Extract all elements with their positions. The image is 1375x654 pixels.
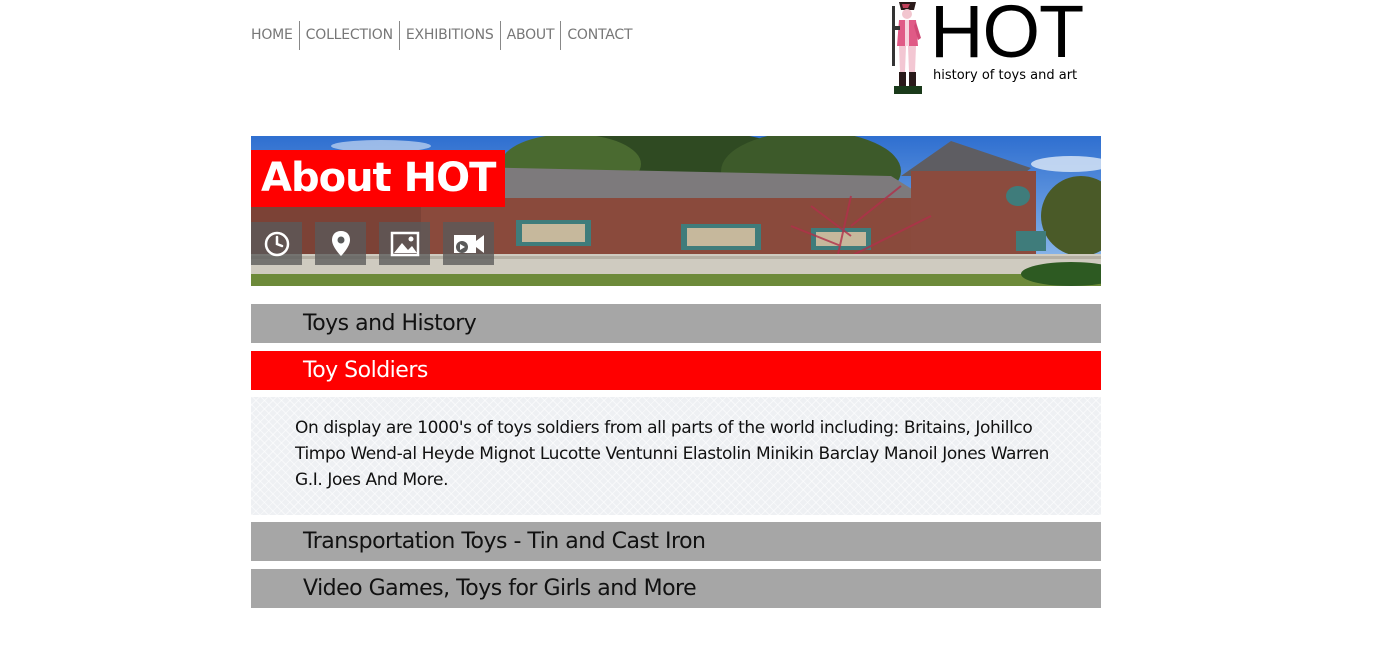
nav-contact-link[interactable]: CONTACT (560, 21, 638, 50)
nav-exhibitions-link[interactable]: EXHIBITIONS (398, 21, 500, 50)
map-pin-icon (331, 230, 350, 256)
hours-button[interactable] (251, 222, 302, 265)
clock-icon (264, 231, 289, 256)
nav-home-link[interactable]: HOME (251, 21, 299, 50)
accordion-transportation-toys[interactable]: Transportation Toys - Tin and Cast Iron (251, 522, 1101, 561)
video-camera-icon (453, 234, 484, 253)
accordion-label: Video Games, Toys for Girls and More (303, 576, 697, 601)
nav-about-link[interactable]: ABOUT (499, 21, 561, 50)
site-logo[interactable]: HOT history of toys and art (884, 0, 1096, 96)
accordion-panel-text: On display are 1000's of toys soldiers f… (295, 418, 1049, 490)
accordion-label: Toy Soldiers (303, 358, 428, 383)
page-title: About HOT (251, 150, 506, 207)
nav-collection-link[interactable]: COLLECTION (298, 21, 399, 50)
accordion-label: Transportation Toys - Tin and Cast Iron (303, 529, 706, 554)
accordion-toys-and-history[interactable]: Toys and History (251, 304, 1101, 343)
main-nav: HOME COLLECTION EXHIBITIONS ABOUT CONTAC… (251, 21, 638, 50)
accordion-label: Toys and History (303, 311, 477, 336)
hero-icon-bar (251, 222, 494, 265)
gallery-button[interactable] (379, 222, 430, 265)
hero-banner: About HOT (251, 136, 1101, 286)
location-button[interactable] (315, 222, 366, 265)
accordion-panel-toy-soldiers: On display are 1000's of toys soldiers f… (251, 397, 1101, 515)
accordion-video-games[interactable]: Video Games, Toys for Girls and More (251, 569, 1101, 608)
logo-title: HOT (930, 0, 1084, 73)
toy-soldier-logo-icon (892, 2, 922, 94)
accordion-toy-soldiers[interactable]: Toy Soldiers (251, 351, 1101, 390)
image-icon (390, 231, 419, 256)
logo-tagline: history of toys and art (933, 68, 1078, 83)
page: HOME COLLECTION EXHIBITIONS ABOUT CONTAC… (0, 0, 1375, 654)
video-button[interactable] (443, 222, 494, 265)
